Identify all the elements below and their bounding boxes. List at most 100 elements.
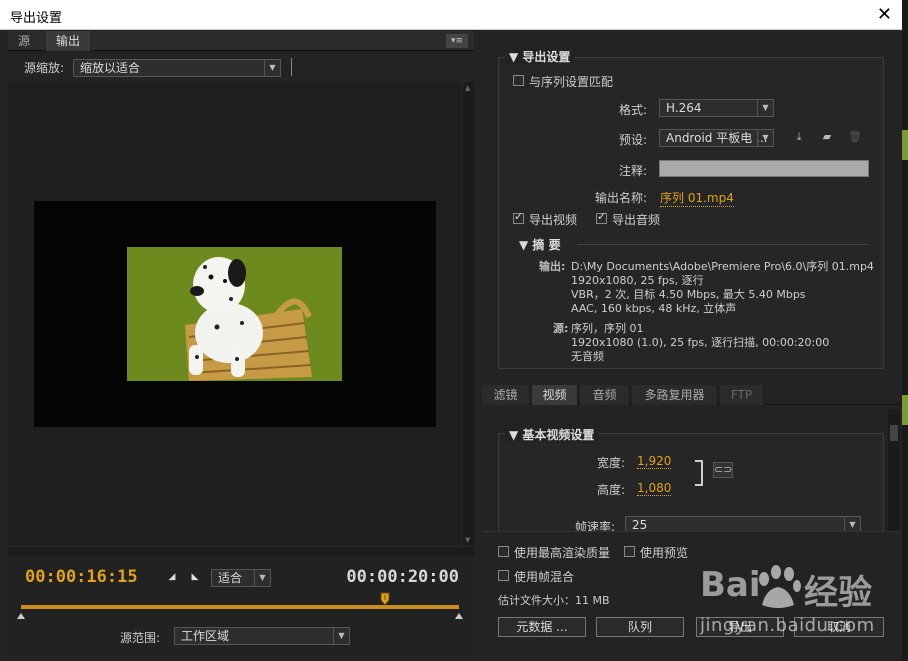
fit-value: 适合 xyxy=(218,571,243,585)
current-timecode[interactable]: 00:00:16:15 xyxy=(25,567,138,587)
metadata-button[interactable]: 元数据 ... xyxy=(498,617,586,637)
export-video-checkbox[interactable] xyxy=(513,210,524,224)
work-area-bar[interactable] xyxy=(21,605,459,609)
chevron-down-icon: ▼ xyxy=(264,60,280,76)
chevron-down-icon: ▼ xyxy=(333,628,349,644)
file-size-estimate: 估计文件大小：11 MB xyxy=(498,594,610,607)
source-range-label: 源范围: xyxy=(120,631,161,645)
match-sequence-checkbox[interactable] xyxy=(513,75,524,86)
source-zoom-row: 源缩放: 缩放以适合 ▼ xyxy=(8,52,474,82)
tab-source[interactable]: 源 xyxy=(8,31,40,51)
settings-scrollbar[interactable] xyxy=(888,409,900,531)
basic-video-title[interactable]: ▼ 基本视频设置 xyxy=(505,426,599,443)
preview-tabs: 源 输出 ▾≡ xyxy=(8,31,474,51)
export-settings-title[interactable]: ▼ 导出设置 xyxy=(505,48,575,65)
tab-filters[interactable]: 滤镜 xyxy=(482,385,530,405)
export-audio-checkbox[interactable] xyxy=(596,210,607,224)
use-preview-checkbox[interactable] xyxy=(624,546,635,557)
delete-preset-icon[interactable]: 🗑 xyxy=(847,130,863,144)
summary-source-line: 无音频 xyxy=(571,350,604,363)
summary-output-label: 输出: xyxy=(539,260,566,273)
source-range-dropdown[interactable]: 工作区域 ▼ xyxy=(174,627,350,645)
chevron-down-icon: ▼ xyxy=(757,130,773,146)
width-value[interactable]: 1,920 xyxy=(637,454,672,469)
height-label: 高度: xyxy=(597,483,626,497)
set-in-point-icon[interactable]: ◢ xyxy=(166,571,178,583)
source-zoom-value: 缩放以适合 xyxy=(80,61,141,75)
video-preview[interactable] xyxy=(8,82,462,546)
height-value[interactable]: 1,080 xyxy=(637,481,672,496)
use-preview-label: 使用预览 xyxy=(640,546,689,560)
set-out-point-icon[interactable]: ◣ xyxy=(189,571,201,583)
preset-dropdown[interactable]: Android 平板电 ... ▼ xyxy=(659,129,774,147)
watermark-logo-left: Bai xyxy=(700,565,761,605)
video-frame xyxy=(34,201,436,427)
summary-output-line: AAC, 160 kbps, 48 kHz, 立体声 xyxy=(571,302,737,315)
preview-panel: 源 输出 ▾≡ 源缩放: 缩放以适合 ▼ ▲ ▼ 00:00:16:15 ◢ ◣… xyxy=(8,31,474,656)
scroll-down-icon[interactable]: ▼ xyxy=(465,536,473,544)
queue-button[interactable]: 队列 xyxy=(596,617,684,637)
export-settings-section: ▼ 导出设置 与序列设置匹配 格式: H.264 ▼ 预设: Android 平… xyxy=(498,48,884,369)
link-icon[interactable]: ⊂⊃ xyxy=(713,462,733,478)
frame-blend-checkbox[interactable] xyxy=(498,570,509,581)
title-bar: 导出设置 ✕ xyxy=(0,0,902,30)
dalmatian-puppy-illustration xyxy=(127,247,342,381)
panel-menu-icon[interactable]: ▾≡ xyxy=(446,34,468,48)
aspect-bracket xyxy=(695,460,703,486)
export-video-label: 导出视频 xyxy=(529,213,578,227)
comment-input[interactable] xyxy=(659,160,869,177)
match-sequence-label: 与序列设置匹配 xyxy=(529,75,614,89)
chevron-down-icon: ▼ xyxy=(757,100,773,116)
background-app-strip xyxy=(902,0,908,661)
timeline-controls: 00:00:16:15 ◢ ◣ 适合 ▼ 00:00:20:00 源范围: 工作… xyxy=(8,557,474,656)
frame-blend-label: 使用帧混合 xyxy=(514,570,575,584)
close-icon[interactable]: ✕ xyxy=(877,4,892,25)
tab-ftp[interactable]: FTP xyxy=(720,385,764,405)
background-thumbnail xyxy=(902,130,908,160)
save-preset-icon[interactable]: ⤓ xyxy=(791,130,807,144)
format-label: 格式: xyxy=(619,103,648,117)
baidu-jingyan-watermark: Bai 经验 jingyan.baidu.com xyxy=(700,565,900,661)
source-zoom-dropdown[interactable]: 缩放以适合 ▼ xyxy=(73,59,281,77)
import-preset-icon[interactable]: ▰ xyxy=(819,130,835,144)
export-audio-label: 导出音频 xyxy=(612,213,661,227)
playhead-icon[interactable] xyxy=(380,592,390,606)
framerate-value: 25 xyxy=(632,518,648,532)
scroll-thumb[interactable] xyxy=(890,425,898,441)
summary-source-label: 源: xyxy=(553,322,569,335)
duration-timecode: 00:00:20:00 xyxy=(346,567,459,587)
width-label: 宽度: xyxy=(597,456,626,470)
preset-value: Android 平板电 ... xyxy=(666,131,768,145)
fit-dropdown[interactable]: 适合 ▼ xyxy=(211,569,271,587)
source-range-value: 工作区域 xyxy=(181,629,230,643)
summary-source-line: 1920x1080 (1.0), 25 fps, 逐行扫描, 00:00:20:… xyxy=(571,336,830,349)
preset-label: 预设: xyxy=(619,133,648,147)
watermark-url: jingyan.baidu.com xyxy=(700,615,875,636)
in-point-marker-icon[interactable] xyxy=(17,613,25,619)
tab-audio[interactable]: 音频 xyxy=(580,385,630,405)
preview-vertical-scrollbar[interactable]: ▲ ▼ xyxy=(462,82,474,546)
output-name-label: 输出名称: xyxy=(595,191,648,205)
source-zoom-label: 源缩放: xyxy=(24,61,65,75)
format-dropdown[interactable]: H.264 ▼ xyxy=(659,99,774,117)
tab-multiplexer[interactable]: 多路复用器 xyxy=(632,385,718,405)
dalmatian-puppy-image xyxy=(127,247,342,381)
divider xyxy=(577,244,869,245)
settings-tabs: 滤镜 视频 音频 多路复用器 FTP xyxy=(482,385,902,405)
max-quality-checkbox[interactable] xyxy=(498,546,509,557)
tab-video[interactable]: 视频 xyxy=(532,385,578,405)
comment-label: 注释: xyxy=(619,164,648,178)
basic-video-section: ▼ 基本视频设置 宽度: 1,920 高度: 1,080 ⊂⊃ 帧速率: 25 … xyxy=(498,426,884,534)
divider xyxy=(291,58,292,76)
watermark-logo-right: 经验 xyxy=(804,573,872,613)
tab-output[interactable]: 输出 xyxy=(46,31,91,51)
summary-title[interactable]: ▼ 摘 要 xyxy=(519,236,561,253)
output-name-link[interactable]: 序列 01.mp4 xyxy=(660,189,734,207)
background-thumbnail xyxy=(902,395,908,425)
window-title: 导出设置 xyxy=(10,11,63,26)
preview-horizontal-scrollbar[interactable] xyxy=(8,546,474,556)
scroll-up-icon[interactable]: ▲ xyxy=(465,84,473,92)
format-value: H.264 xyxy=(666,101,702,115)
export-settings-window: 导出设置 ✕ 源 输出 ▾≡ 源缩放: 缩放以适合 ▼ ▲ ▼ 00:00:16… xyxy=(0,0,902,661)
out-point-marker-icon[interactable] xyxy=(455,613,463,619)
